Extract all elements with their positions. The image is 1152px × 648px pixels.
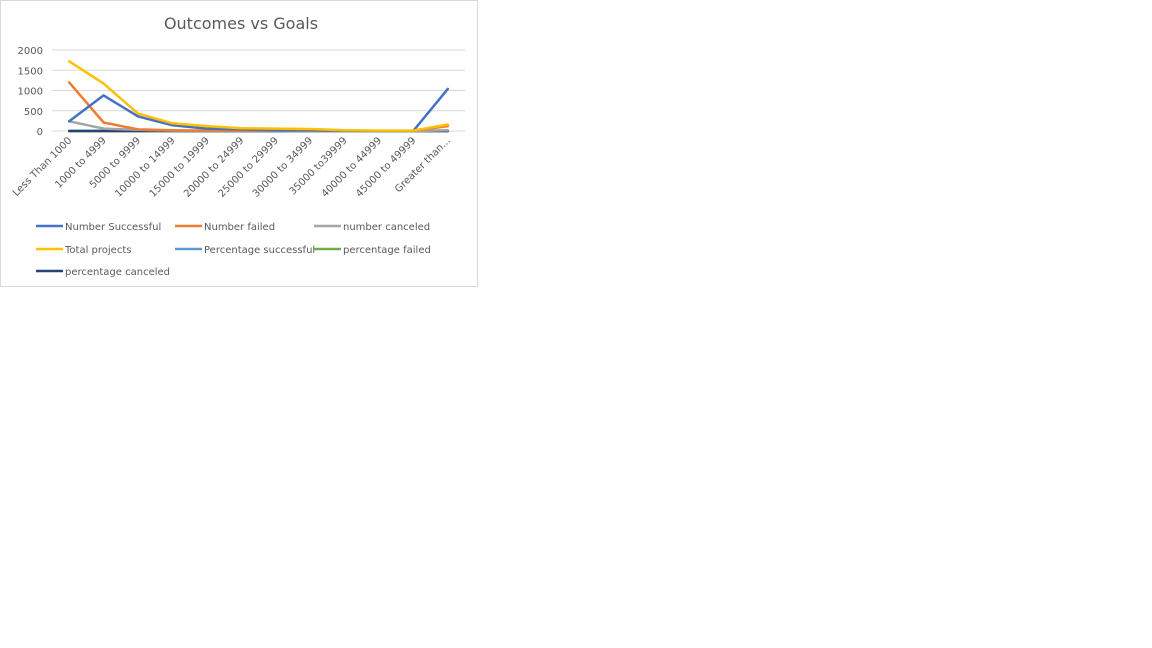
series-line-number-successful [67,87,450,133]
legend-label: Number failed [204,222,275,233]
legend-label: percentage canceled [65,267,170,278]
series-lines [67,60,450,133]
legend-item: Total projects [36,245,131,256]
legend-item: Number failed [175,222,275,233]
y-tick-label: 2000 [18,46,43,57]
x-tick-label: 20000 to 24999 [182,135,246,199]
legend-item: Number Successful [36,222,161,233]
chart-title: Outcomes vs Goals [164,14,318,33]
legend-label: Number Successful [65,222,161,233]
x-tick-label: 25000 to 29999 [216,135,280,199]
x-tick-label: 40000 to 44999 [320,135,384,199]
y-axis-ticks: 0 500 1000 1500 2000 [18,46,43,138]
x-axis-ticks: Less Than 10001000 to 49995000 to 999910… [11,135,453,199]
x-tick-label: 10000 to 14999 [113,135,177,199]
y-tick-label: 500 [24,107,43,118]
x-tick-label: 30000 to 34999 [251,135,315,199]
legend-item: number canceled [314,222,430,233]
line-chart: Outcomes vs Goals 0 500 1000 1500 2000 Less … [11,14,465,278]
legend-label: Total projects [64,245,131,256]
series-line-number-failed [67,81,450,133]
y-tick-label: 1500 [18,66,43,77]
legend: Number Successful Number failed number can… [36,222,431,278]
x-tick-label: Less Than 1000 [11,135,74,198]
y-tick-label: 1000 [18,87,43,98]
chart-frame: Outcomes vs Goals 0 500 1000 1500 2000 Less … [0,0,478,287]
gridlines [52,49,465,132]
x-tick-label: 15000 to 19999 [148,135,212,199]
legend-item: Percentage successful [175,245,315,256]
legend-label: percentage failed [343,245,431,256]
series-line-total-projects [67,60,450,132]
legend-label: number canceled [343,222,430,233]
legend-item: percentage canceled [36,267,170,278]
x-tick-label: 45000 to 49999 [354,135,418,199]
legend-item: percentage failed [314,245,431,256]
legend-label: Percentage successful [204,245,315,256]
y-tick-label: 0 [37,127,43,138]
